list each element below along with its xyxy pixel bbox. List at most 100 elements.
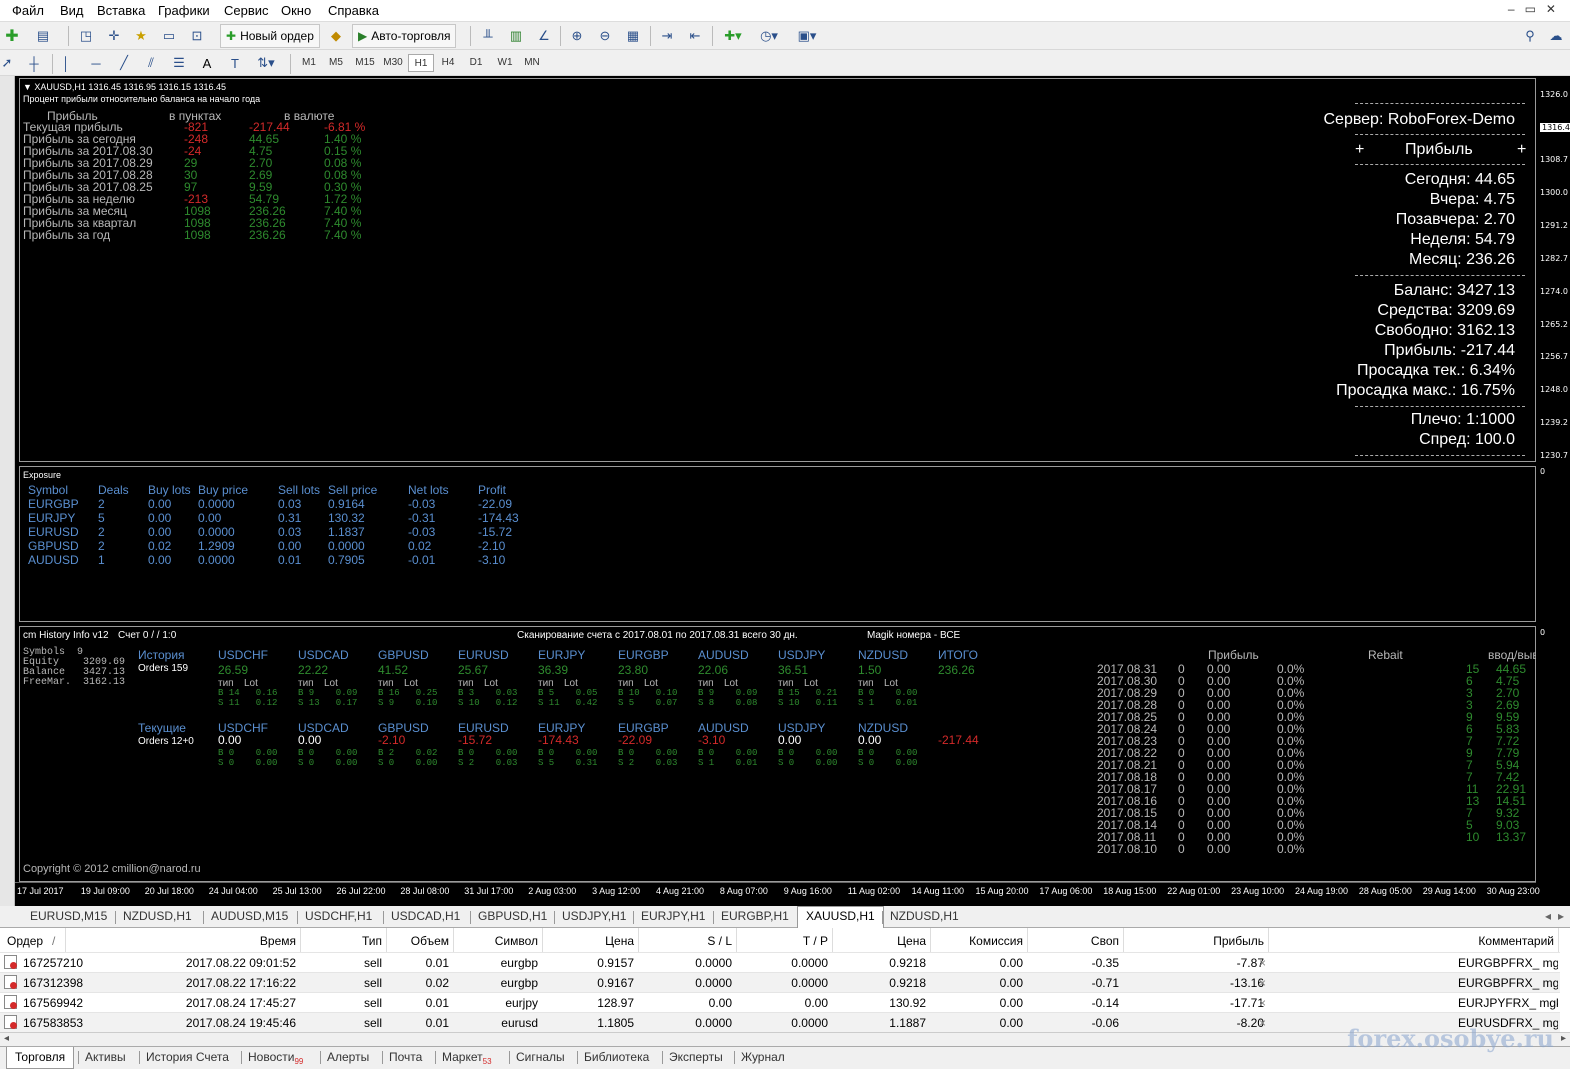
vertical-line-icon[interactable]: │ xyxy=(58,52,74,74)
strategy-tester-icon[interactable]: ⊡ xyxy=(187,25,207,47)
column-header[interactable]: Прибыль xyxy=(1123,930,1264,952)
chart-tab[interactable]: USDCAD,H1 xyxy=(391,909,460,923)
menu-insert[interactable]: Вставка xyxy=(97,3,145,18)
timeframe-m5[interactable]: M5 xyxy=(323,54,349,72)
autoscroll-icon[interactable]: ⇥ xyxy=(657,25,677,47)
terminal-tab[interactable]: Сигналы xyxy=(516,1050,565,1064)
terminal-tab[interactable]: Новости99 xyxy=(248,1050,303,1066)
timeframe-d1[interactable]: D1 xyxy=(463,54,489,72)
terminal-tab[interactable]: Маркет53 xyxy=(442,1050,492,1066)
menu-charts[interactable]: Графики xyxy=(158,3,210,18)
column-header[interactable]: Цена xyxy=(832,930,926,952)
terminal-tab[interactable]: Активы xyxy=(85,1050,126,1064)
chart-tab[interactable]: EURJPY,H1 xyxy=(641,909,705,923)
chart-tab[interactable]: GBPUSD,H1 xyxy=(478,909,547,923)
text-icon[interactable]: A xyxy=(197,52,217,74)
chart-tab[interactable]: USDCHF,H1 xyxy=(305,909,372,923)
navigator-icon[interactable]: ★ xyxy=(131,25,151,47)
zoom-out-icon[interactable]: ⊖ xyxy=(595,25,615,47)
new-order-button[interactable]: ✚ Новый ордер xyxy=(220,24,320,48)
main-chart-pane[interactable]: ▼ XAUUSD,H1 1316.45 1316.95 1316.15 1316… xyxy=(19,78,1536,462)
cursor-icon[interactable]: ➚ xyxy=(0,52,14,74)
trendline-icon[interactable]: ╱ xyxy=(114,52,134,74)
terminal-tab[interactable]: Торговля xyxy=(6,1047,75,1069)
timeframe-h1[interactable]: H1 xyxy=(408,54,434,72)
scroll-right-icon[interactable]: ▸ xyxy=(1561,1033,1566,1044)
close-order-icon[interactable]: × xyxy=(1259,1016,1266,1030)
terminal-tab[interactable]: История Счета xyxy=(146,1050,229,1064)
profiles-icon[interactable]: ▤ xyxy=(32,25,54,47)
menu-help[interactable]: Справка xyxy=(328,3,379,18)
timeframe-m15[interactable]: M15 xyxy=(352,54,378,72)
column-header[interactable]: Время xyxy=(65,930,296,952)
table-row[interactable]: 167257210 2017.08.22 09:01:52 sell 0.01 eurg… xyxy=(0,952,1560,972)
candlestick-icon[interactable]: ▥ xyxy=(506,25,526,47)
column-header[interactable]: Своп xyxy=(1027,930,1119,952)
bar-chart-icon[interactable]: ╨ xyxy=(478,25,498,47)
table-row[interactable]: 167569942 2017.08.24 17:45:27 sell 0.01 eurj… xyxy=(0,992,1560,1012)
collapsed-side-panel[interactable] xyxy=(0,76,15,906)
close-order-icon[interactable]: × xyxy=(1259,976,1266,990)
chat-icon[interactable]: ☁ xyxy=(1546,25,1566,47)
chart-tab[interactable]: EURGBP,H1 xyxy=(721,909,789,923)
crosshair-icon[interactable]: ┼ xyxy=(24,52,44,74)
menu-view[interactable]: Вид xyxy=(60,3,84,18)
data-window-icon[interactable]: ✛ xyxy=(104,25,124,47)
exposure-pane[interactable]: Exposure Symbol Deals Buy lots Buy price Sel… xyxy=(19,466,1536,622)
indicators-icon[interactable]: ✚▾ xyxy=(720,25,746,47)
close-order-icon[interactable]: × xyxy=(1259,956,1266,970)
tile-windows-icon[interactable]: ▦ xyxy=(623,25,643,47)
tabs-scroll-left-icon[interactable]: ◂ xyxy=(1545,909,1551,923)
timeframe-m1[interactable]: M1 xyxy=(296,54,322,72)
timeframe-mn[interactable]: MN xyxy=(519,54,545,72)
column-header[interactable]: Комментарий xyxy=(1268,930,1554,952)
horizontal-line-icon[interactable]: ─ xyxy=(86,52,106,74)
terminal-tab[interactable]: Библиотека xyxy=(584,1050,649,1064)
table-row[interactable]: 167583853 2017.08.24 19:45:46 sell 0.01 euru… xyxy=(0,1012,1560,1032)
terminal-tab[interactable]: Эксперты xyxy=(669,1050,723,1064)
price-axis[interactable]: 1326.0 1316.4 1308.7 1300.0 1291.2 1282.7 1274… xyxy=(1536,76,1570,882)
chart-tab[interactable]: NZDUSD,H1 xyxy=(890,909,959,923)
chart-tab[interactable]: USDJPY,H1 xyxy=(562,909,626,923)
menu-tools[interactable]: Сервис xyxy=(224,3,269,18)
window-controls[interactable]: –▭✕ xyxy=(1508,2,1566,16)
history-info-pane[interactable]: cm History Info v12 Счет 0 / / 1:0 Скани… xyxy=(19,626,1536,882)
periods-icon[interactable]: ◷▾ xyxy=(755,25,783,47)
chart-tab[interactable]: NZDUSD,H1 xyxy=(123,909,192,923)
chart-tab[interactable]: EURUSD,M15 xyxy=(30,909,107,923)
text-label-icon[interactable]: T xyxy=(225,52,245,74)
menu-window[interactable]: Окно xyxy=(281,3,311,18)
time-axis[interactable]: 17 Jul 2017 19 Jul 09:00 20 Jul 18:00 24 Ju… xyxy=(15,882,1540,906)
timeframe-w1[interactable]: W1 xyxy=(492,54,518,72)
collapse-icon[interactable]: ▼ xyxy=(23,82,34,92)
chart-shift-icon[interactable]: ⇤ xyxy=(685,25,705,47)
zoom-in-icon[interactable]: ⊕ xyxy=(567,25,587,47)
market-watch-icon[interactable]: ◳ xyxy=(76,25,96,47)
arrows-icon[interactable]: ⇅▾ xyxy=(253,52,279,74)
search-icon[interactable]: ⚲ xyxy=(1520,25,1540,47)
column-header[interactable]: T / P xyxy=(736,930,828,952)
fibonacci-icon[interactable]: ☰ xyxy=(169,52,189,74)
timeframe-m30[interactable]: M30 xyxy=(380,54,406,72)
templates-icon[interactable]: ▣▾ xyxy=(792,25,822,47)
tabs-scroll-right-icon[interactable]: ▸ xyxy=(1558,909,1564,923)
menu-file[interactable]: Файл xyxy=(12,3,44,18)
column-header[interactable]: S / L xyxy=(638,930,732,952)
chart-tab[interactable]: XAUUSD,H1 xyxy=(797,906,884,928)
terminal-icon[interactable]: ▭ xyxy=(159,25,179,47)
timeframe-h4[interactable]: H4 xyxy=(435,54,461,72)
terminal-tab[interactable]: Алерты xyxy=(327,1050,369,1064)
table-row[interactable]: 167312398 2017.08.22 17:16:22 sell 0.02 eurg… xyxy=(0,972,1560,992)
line-chart-icon[interactable]: ∠ xyxy=(534,25,554,47)
column-header[interactable]: Объем xyxy=(386,930,449,952)
column-header[interactable]: Цена xyxy=(542,930,634,952)
column-header[interactable]: Символ xyxy=(453,930,538,952)
column-header[interactable]: Комиссия xyxy=(930,930,1023,952)
metaeditor-icon[interactable]: ◆ xyxy=(326,25,346,47)
terminal-tab[interactable]: Почта xyxy=(389,1050,422,1064)
terminal-tab[interactable]: Журнал xyxy=(741,1050,785,1064)
chart-window[interactable]: ▼ XAUUSD,H1 1316.45 1316.95 1316.15 1316… xyxy=(15,76,1570,906)
horizontal-scrollbar[interactable]: ◂ ▸ xyxy=(0,1032,1570,1046)
scroll-left-icon[interactable]: ◂ xyxy=(4,1033,9,1044)
column-header[interactable]: Тип xyxy=(300,930,382,952)
